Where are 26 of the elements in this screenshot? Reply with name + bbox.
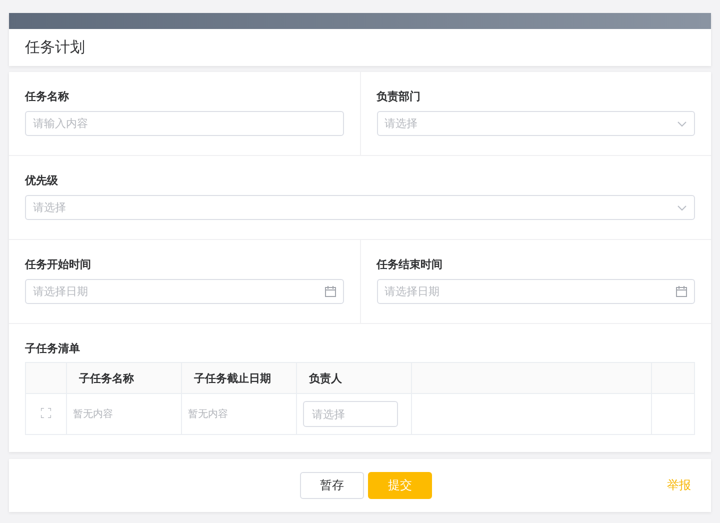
column-header: 负责人: [296, 362, 412, 394]
column-header: 子任务名称: [66, 362, 182, 394]
chevron-down-icon: [677, 120, 687, 126]
date-field[interactable]: 请选择日期: [25, 279, 344, 304]
date-field[interactable]: 请选择日期: [376, 279, 695, 304]
page-title: 任务计划: [24, 37, 86, 58]
table-cell: 暂无内容: [182, 394, 296, 434]
table-cell: 暂无内容: [66, 394, 182, 434]
calendar-icon: [676, 286, 687, 297]
field-label: 负责部门: [376, 90, 422, 103]
calendar-icon: [324, 286, 336, 297]
report-link[interactable]: 举报: [667, 477, 691, 494]
select-field[interactable]: 请选择: [303, 401, 398, 427]
save-button[interactable]: 暂存: [300, 472, 364, 499]
input-field[interactable]: 请输入内容: [25, 111, 344, 136]
drag-handle-icon[interactable]: [41, 408, 51, 418]
chevron-down-icon: [677, 204, 687, 210]
section-label: 子任务清单: [25, 342, 81, 355]
field-label: 任务开始时间: [25, 258, 92, 271]
select-field[interactable]: 请选择: [376, 111, 695, 136]
select-field[interactable]: 请选择: [25, 195, 695, 220]
submit-button[interactable]: 提交: [368, 472, 432, 499]
field-label: 任务结束时间: [376, 258, 444, 271]
field-label: 任务名称: [25, 90, 70, 103]
column-header: 子任务截止日期: [182, 362, 296, 394]
field-label: 优先级: [25, 174, 59, 187]
